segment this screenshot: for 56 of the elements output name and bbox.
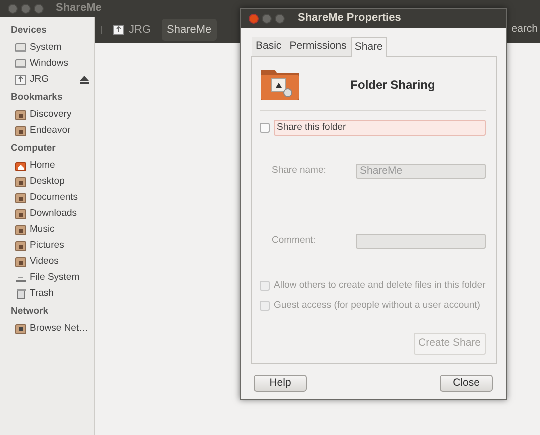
search-label[interactable]: earch <box>512 22 538 38</box>
checkbox[interactable] <box>260 122 270 133</box>
sidebar-item[interactable]: Pictures <box>0 238 94 254</box>
section-heading: Folder Sharing <box>350 76 436 94</box>
sidebar-item[interactable]: Trash <box>0 286 94 302</box>
tab[interactable]: Basic <box>252 37 286 56</box>
sidebar-item[interactable]: Discovery <box>0 107 94 123</box>
folder-icon <box>15 240 27 252</box>
network-folder-icon <box>15 323 27 335</box>
sidebar-heading: Network <box>10 305 50 319</box>
folder-icon <box>15 224 27 236</box>
dialog-button[interactable]: Help <box>254 374 307 392</box>
sidebar-item[interactable]: Desktop <box>0 174 94 190</box>
usb-drive-icon <box>15 74 27 86</box>
usb-drive-icon <box>113 24 125 36</box>
dialog-title: ShareMe Properties <box>298 11 402 26</box>
sidebar-item[interactable]: Windows <box>0 56 94 72</box>
sidebar-item[interactable]: Browse Net… <box>0 321 94 337</box>
drive-icon <box>15 42 27 54</box>
sidebar-item[interactable]: Videos <box>0 254 94 270</box>
dialog-button[interactable]: Close <box>440 374 493 392</box>
sidebar-heading: Computer <box>10 142 57 156</box>
trash-icon <box>15 288 27 300</box>
sidebar-heading: Devices <box>10 24 48 38</box>
sidebar-item[interactable]: File System <box>0 270 94 286</box>
folder-icon <box>15 125 27 137</box>
window-title: ShareMe <box>56 1 102 16</box>
folder-icon <box>15 208 27 220</box>
eject-icon[interactable] <box>80 76 89 84</box>
folder-icon <box>15 176 27 188</box>
breadcrumb-button[interactable]: JRG <box>108 18 156 42</box>
minimize-button[interactable] <box>262 14 272 24</box>
folder-icon <box>15 109 27 121</box>
tab[interactable]: Permissions <box>286 37 351 56</box>
home-folder-icon <box>15 160 27 172</box>
field-label: Share name: <box>272 164 328 178</box>
sidebar-item[interactable]: JRG <box>0 72 94 88</box>
breadcrumb-button[interactable]: ShareMe <box>162 18 217 42</box>
sidebar-item[interactable]: Downloads <box>0 206 94 222</box>
checkbox-label[interactable]: Share this folder <box>274 120 486 136</box>
sidebar-item[interactable]: System <box>0 40 94 56</box>
close-button[interactable] <box>249 14 259 24</box>
tab[interactable]: Share <box>350 37 387 57</box>
maximize-button[interactable] <box>34 4 44 14</box>
sidebar-item[interactable]: Music <box>0 222 94 238</box>
drive-icon <box>15 58 27 70</box>
close-button[interactable] <box>8 4 18 14</box>
sidebar-item[interactable]: Endeavor <box>0 123 94 139</box>
folder-icon <box>15 192 27 204</box>
minimize-button[interactable] <box>21 4 31 14</box>
maximize-button[interactable] <box>275 14 285 24</box>
sidebar-heading: Bookmarks <box>10 91 64 105</box>
sidebar-item[interactable]: Documents <box>0 190 94 206</box>
folder-icon <box>15 256 27 268</box>
sidebar-item[interactable]: Home <box>0 158 94 174</box>
field-label: Comment: <box>272 234 317 248</box>
